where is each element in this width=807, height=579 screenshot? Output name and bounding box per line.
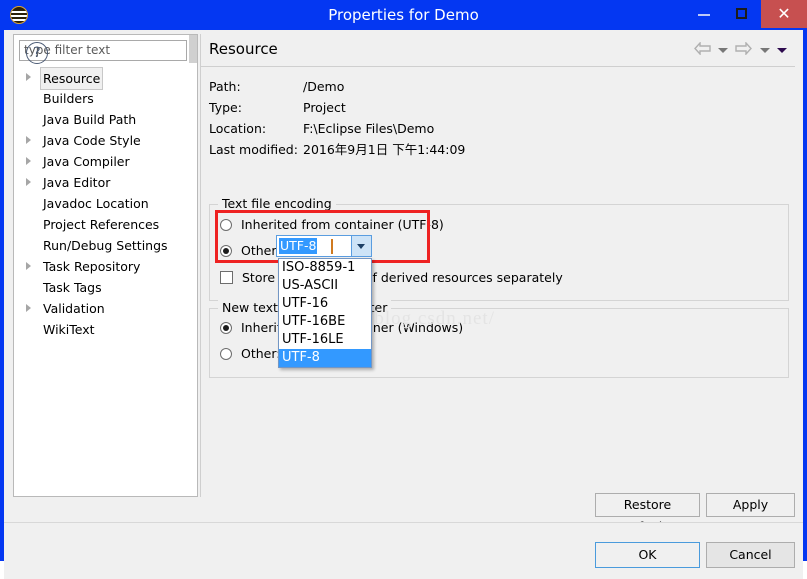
dropdown-option[interactable]: UTF-8 xyxy=(279,349,371,367)
sidebar-item-wikitext[interactable]: WikiText xyxy=(14,319,190,340)
radio-icon-encoding-other[interactable] xyxy=(220,245,232,257)
sidebar-item-validation[interactable]: Validation xyxy=(14,298,190,319)
sidebar-item-task-tags[interactable]: Task Tags xyxy=(14,277,190,298)
expand-arrow-icon[interactable] xyxy=(26,73,31,81)
resource-info-list: Path: /Demo Type: Project Location: F:\Eclips… xyxy=(209,76,789,160)
sidebar-item-run-debug-settings[interactable]: Run/Debug Settings xyxy=(14,235,190,256)
dropdown-option[interactable]: ISO-8859-1 xyxy=(279,259,371,277)
encoding-other-radio-row[interactable]: Other: xyxy=(220,241,280,261)
minimize-icon xyxy=(698,14,710,16)
page-menu-chevron-down-icon[interactable] xyxy=(777,47,787,53)
dropdown-option[interactable]: UTF-16LE xyxy=(279,331,371,349)
sidebar-item-label: WikiText xyxy=(43,322,95,337)
dialog-body: type filter text Resource Builders Java Bu… xyxy=(4,30,803,579)
sidebar-item-label: Builders xyxy=(43,91,94,106)
info-value: Project xyxy=(303,100,346,115)
expand-arrow-icon[interactable] xyxy=(26,136,31,144)
close-button[interactable]: ✕ xyxy=(761,0,807,28)
sidebar-item-label: Java Code Style xyxy=(43,133,141,148)
info-row: Location: F:\Eclipse Files\Demo xyxy=(209,118,789,139)
settings-tree-panel: type filter text Resource Builders Java Bu… xyxy=(13,34,198,497)
info-key: Type: xyxy=(209,100,242,115)
checkbox-icon-store-separately[interactable] xyxy=(220,271,233,284)
arrow-left-icon[interactable] xyxy=(693,41,711,58)
sidebar-item-javadoc-location[interactable]: Javadoc Location xyxy=(14,193,190,214)
arrow-right-icon[interactable] xyxy=(735,41,753,58)
sidebar-item-label: Javadoc Location xyxy=(43,196,149,211)
info-value: F:\Eclipse Files\Demo xyxy=(303,121,435,136)
dropdown-option[interactable]: UTF-16BE xyxy=(279,313,371,331)
radio-icon-delimiter-inherited[interactable] xyxy=(220,322,232,334)
encoding-other-label: Other: xyxy=(240,243,281,258)
sidebar-item-project-references[interactable]: Project References xyxy=(14,214,190,235)
dropdown-option[interactable]: US-ASCII xyxy=(279,277,371,295)
sidebar-item-java-build-path[interactable]: Java Build Path xyxy=(14,109,190,130)
encoding-inherited-label: Inherited from container (UTF-8) xyxy=(240,217,444,232)
maximize-icon xyxy=(736,8,747,19)
sidebar-item-label: Java Build Path xyxy=(43,112,137,127)
radio-icon-encoding-inherited[interactable] xyxy=(220,219,232,231)
expand-arrow-icon[interactable] xyxy=(26,178,31,186)
forward-history-chevron-down-icon[interactable] xyxy=(759,47,770,53)
text-cursor xyxy=(331,239,333,254)
encoding-group-legend: Text file encoding xyxy=(218,196,336,211)
sidebar-item-label: Resource xyxy=(40,67,104,90)
sidebar-item-label: Task Repository xyxy=(43,259,141,274)
page-nav-tools xyxy=(690,41,787,60)
ok-button[interactable]: OK xyxy=(595,542,700,568)
info-key: Location: xyxy=(209,121,267,136)
encoding-dropdown-list[interactable]: ISO-8859-1 US-ASCII UTF-16 UTF-16BE UTF-16LE… xyxy=(278,258,372,368)
sidebar-item-task-repository[interactable]: Task Repository xyxy=(14,256,190,277)
dropdown-option[interactable]: UTF-16 xyxy=(279,295,371,313)
encoding-combo-value: UTF-8 xyxy=(279,238,318,254)
expand-arrow-icon[interactable] xyxy=(26,157,31,165)
minimize-button[interactable] xyxy=(685,0,723,28)
info-key: Path: xyxy=(209,79,241,94)
cancel-button[interactable]: Cancel xyxy=(706,542,795,568)
sidebar-item-label: Validation xyxy=(43,301,105,316)
info-row: Path: /Demo xyxy=(209,76,789,97)
tree-scrollbar-thumb[interactable] xyxy=(189,35,197,63)
maximize-button[interactable] xyxy=(723,0,761,28)
info-row: Type: Project xyxy=(209,97,789,118)
question-mark-icon[interactable]: ? xyxy=(26,42,48,64)
sidebar-item-label: Project References xyxy=(43,217,160,232)
info-key: Last modified: xyxy=(209,142,298,157)
sidebar-item-java-code-style[interactable]: Java Code Style xyxy=(14,130,190,151)
delimiter-other-radio-row[interactable]: Other: xyxy=(220,344,280,364)
encoding-combo-box[interactable]: UTF-8 xyxy=(276,235,372,257)
sidebar-item-label: Run/Debug Settings xyxy=(43,238,168,253)
restore-defaults-button[interactable]: Restore Defaults xyxy=(595,493,700,534)
page-header: Resource xyxy=(201,34,795,67)
info-row: Last modified: 2016年9月1日 下午1:44:09 xyxy=(209,139,789,160)
sidebar-item-builders[interactable]: Builders xyxy=(14,88,190,109)
settings-tree: Resource Builders Java Build Path Java Code… xyxy=(14,67,190,340)
info-value: /Demo xyxy=(303,79,345,94)
info-value: 2016年9月1日 下午1:44:09 xyxy=(303,142,466,157)
apply-button[interactable]: Apply xyxy=(706,493,795,517)
radio-icon-delimiter-other[interactable] xyxy=(220,348,232,360)
delimiter-other-label: Other: xyxy=(240,346,281,361)
properties-dialog: Properties for Demo ✕ type filter text R… xyxy=(0,0,807,579)
sidebar-item-label: Java Editor xyxy=(43,175,111,190)
sidebar-item-java-compiler[interactable]: Java Compiler xyxy=(14,151,190,172)
back-history-chevron-down-icon[interactable] xyxy=(717,47,728,53)
sidebar-item-resource[interactable]: Resource xyxy=(14,67,190,90)
sidebar-item-label: Task Tags xyxy=(43,280,102,295)
sidebar-item-label: Java Compiler xyxy=(43,154,130,169)
page-title: Resource xyxy=(209,40,278,58)
sidebar-item-java-editor[interactable]: Java Editor xyxy=(14,172,190,193)
title-bar: Properties for Demo ✕ xyxy=(0,0,807,30)
expand-arrow-icon[interactable] xyxy=(26,304,31,312)
expand-arrow-icon[interactable] xyxy=(26,262,31,270)
encoding-inherited-radio-row[interactable]: Inherited from container (UTF-8) xyxy=(220,215,444,235)
tree-scrollbar[interactable] xyxy=(189,35,197,496)
store-encoding-separately-row[interactable]: Store the encoding of derived resources … xyxy=(220,268,563,288)
encoding-combo-chevron-down-icon[interactable] xyxy=(351,236,371,256)
